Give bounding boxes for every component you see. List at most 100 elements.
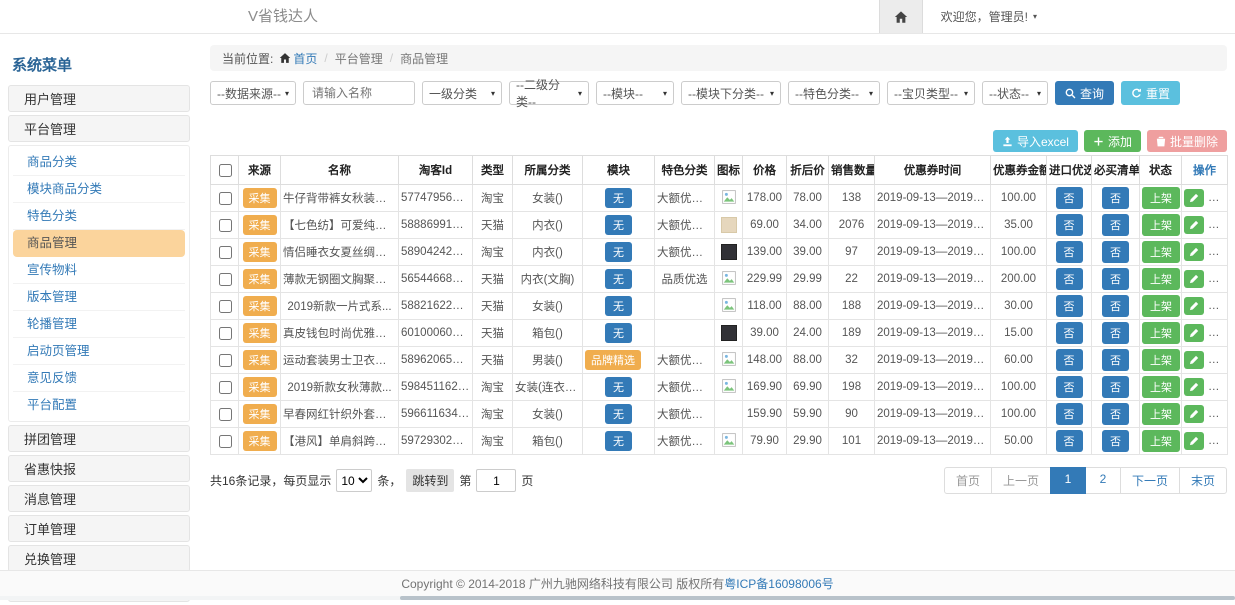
edit-button[interactable] <box>1184 243 1204 261</box>
cell-checkbox <box>211 428 239 455</box>
row-checkbox[interactable] <box>219 192 232 205</box>
page-button-3[interactable]: 2 <box>1085 467 1121 494</box>
sidebar-group-4[interactable]: 省惠快报 <box>8 455 190 482</box>
must-buy-toggle[interactable]: 否 <box>1102 403 1129 425</box>
status-button[interactable]: 上架 <box>1142 430 1180 452</box>
import-select-toggle[interactable]: 否 <box>1056 376 1083 398</box>
status-button[interactable]: 上架 <box>1142 376 1180 398</box>
row-checkbox[interactable] <box>219 273 232 286</box>
sidebar-group-1[interactable]: 平台管理 <box>8 115 190 142</box>
page-button-2[interactable]: 1 <box>1050 467 1086 494</box>
must-buy-toggle[interactable]: 否 <box>1102 214 1129 236</box>
row-checkbox[interactable] <box>219 219 232 232</box>
filter-select-8[interactable]: --状态--▾ <box>982 81 1048 105</box>
page-size-select[interactable]: 10 <box>336 469 372 492</box>
sidebar-item-5[interactable]: 版本管理 <box>13 284 185 311</box>
filter-select-5[interactable]: --模块下分类--▾ <box>681 81 781 105</box>
sidebar-item-1[interactable]: 模块商品分类 <box>13 176 185 203</box>
filter-select-0[interactable]: --数据来源--▾ <box>210 81 296 105</box>
import-select-toggle[interactable]: 否 <box>1056 187 1083 209</box>
sidebar-item-7[interactable]: 启动页管理 <box>13 338 185 365</box>
filter-select-6[interactable]: --特色分类--▾ <box>788 81 880 105</box>
home-button[interactable] <box>879 0 923 33</box>
page-button-0[interactable]: 首页 <box>944 467 992 494</box>
row-checkbox[interactable] <box>219 381 232 394</box>
page-button-5[interactable]: 末页 <box>1179 467 1227 494</box>
sidebar-group-5[interactable]: 消息管理 <box>8 485 190 512</box>
edit-button[interactable] <box>1184 216 1204 234</box>
sidebar-item-8[interactable]: 意见反馈 <box>13 365 185 392</box>
import-select-toggle[interactable]: 否 <box>1056 430 1083 452</box>
row-checkbox[interactable] <box>219 300 232 313</box>
edit-button[interactable] <box>1184 324 1204 342</box>
page-button-1[interactable]: 上一页 <box>991 467 1051 494</box>
import-select-toggle[interactable]: 否 <box>1056 268 1083 290</box>
row-checkbox[interactable] <box>219 327 232 340</box>
edit-button[interactable] <box>1184 270 1204 288</box>
status-button[interactable]: 上架 <box>1142 403 1180 425</box>
status-button[interactable]: 上架 <box>1142 349 1180 371</box>
sidebar-group-3[interactable]: 拼团管理 <box>8 425 190 452</box>
reset-button[interactable]: 重置 <box>1121 81 1180 105</box>
sidebar-item-2[interactable]: 特色分类 <box>13 203 185 230</box>
status-button[interactable]: 上架 <box>1142 187 1180 209</box>
filter-select-4[interactable]: --模块--▾ <box>596 81 674 105</box>
search-button[interactable]: 查询 <box>1055 81 1114 105</box>
import-select-toggle[interactable]: 否 <box>1056 403 1083 425</box>
select-all-checkbox[interactable] <box>219 164 232 177</box>
sidebar-item-3[interactable]: 商品管理 <box>13 230 185 257</box>
must-buy-toggle[interactable]: 否 <box>1102 376 1129 398</box>
filter-select-3[interactable]: --二级分类--▾ <box>509 81 589 105</box>
row-checkbox[interactable] <box>219 354 232 367</box>
add-button[interactable]: 添加 <box>1084 130 1141 152</box>
footer: Copyright © 2014-2018 广州九驰网络科技有限公司 版权所有粤… <box>0 570 1235 597</box>
jump-page-input[interactable] <box>476 469 516 492</box>
import-select-toggle[interactable]: 否 <box>1056 322 1083 344</box>
must-buy-toggle[interactable]: 否 <box>1102 268 1129 290</box>
edit-button[interactable] <box>1184 378 1204 396</box>
edit-button[interactable] <box>1184 351 1204 369</box>
must-buy-toggle[interactable]: 否 <box>1102 241 1129 263</box>
filter-select-2[interactable]: 一级分类▾ <box>422 81 502 105</box>
row-checkbox[interactable] <box>219 435 232 448</box>
product-name: 真皮钱包时尚优雅女士... <box>281 320 399 347</box>
import-select-toggle[interactable]: 否 <box>1056 295 1083 317</box>
status-button[interactable]: 上架 <box>1142 295 1180 317</box>
import-select-toggle[interactable]: 否 <box>1056 214 1083 236</box>
filter-select-7[interactable]: --宝贝类型--▾ <box>887 81 975 105</box>
sidebar-group-0[interactable]: 用户管理 <box>8 85 190 112</box>
must-buy-toggle[interactable]: 否 <box>1102 322 1129 344</box>
module-badge: 无 <box>605 431 632 451</box>
edit-button[interactable] <box>1184 297 1204 315</box>
icp-link[interactable]: 粤ICP备16098006号 <box>724 577 833 591</box>
sidebar-group-6[interactable]: 订单管理 <box>8 515 190 542</box>
page-button-4[interactable]: 下一页 <box>1120 467 1180 494</box>
must-buy-toggle[interactable]: 否 <box>1102 295 1129 317</box>
user-menu[interactable]: 欢迎您，管理员! ▾ <box>941 8 1037 25</box>
must-buy-toggle[interactable]: 否 <box>1102 187 1129 209</box>
row-checkbox[interactable] <box>219 246 232 259</box>
import-select-toggle[interactable]: 否 <box>1056 241 1083 263</box>
must-buy-toggle[interactable]: 否 <box>1102 349 1129 371</box>
edit-button[interactable] <box>1184 432 1204 450</box>
sidebar-item-0[interactable]: 商品分类 <box>13 149 185 176</box>
edit-button[interactable] <box>1184 189 1204 207</box>
import-excel-button[interactable]: 导入excel <box>993 130 1078 152</box>
sidebar-group-7[interactable]: 兑换管理 <box>8 545 190 572</box>
status-button[interactable]: 上架 <box>1142 214 1180 236</box>
name-search-input[interactable] <box>303 81 415 105</box>
row-checkbox[interactable] <box>219 408 232 421</box>
status-button[interactable]: 上架 <box>1142 268 1180 290</box>
status-button[interactable]: 上架 <box>1142 241 1180 263</box>
must-buy-toggle[interactable]: 否 <box>1102 430 1129 452</box>
breadcrumb-home-link[interactable]: 首页 <box>293 50 317 67</box>
status-button[interactable]: 上架 <box>1142 322 1180 344</box>
batch-delete-button[interactable]: 批量删除 <box>1147 130 1227 152</box>
import-select-toggle[interactable]: 否 <box>1056 349 1083 371</box>
sidebar-item-6[interactable]: 轮播管理 <box>13 311 185 338</box>
sidebar-item-4[interactable]: 宣传物料 <box>13 257 185 284</box>
sidebar-item-9[interactable]: 平台配置 <box>13 392 185 418</box>
filter-select-value: --数据来源-- <box>217 85 281 102</box>
edit-button[interactable] <box>1184 405 1204 423</box>
scrollbar-thumb[interactable] <box>400 596 1235 600</box>
